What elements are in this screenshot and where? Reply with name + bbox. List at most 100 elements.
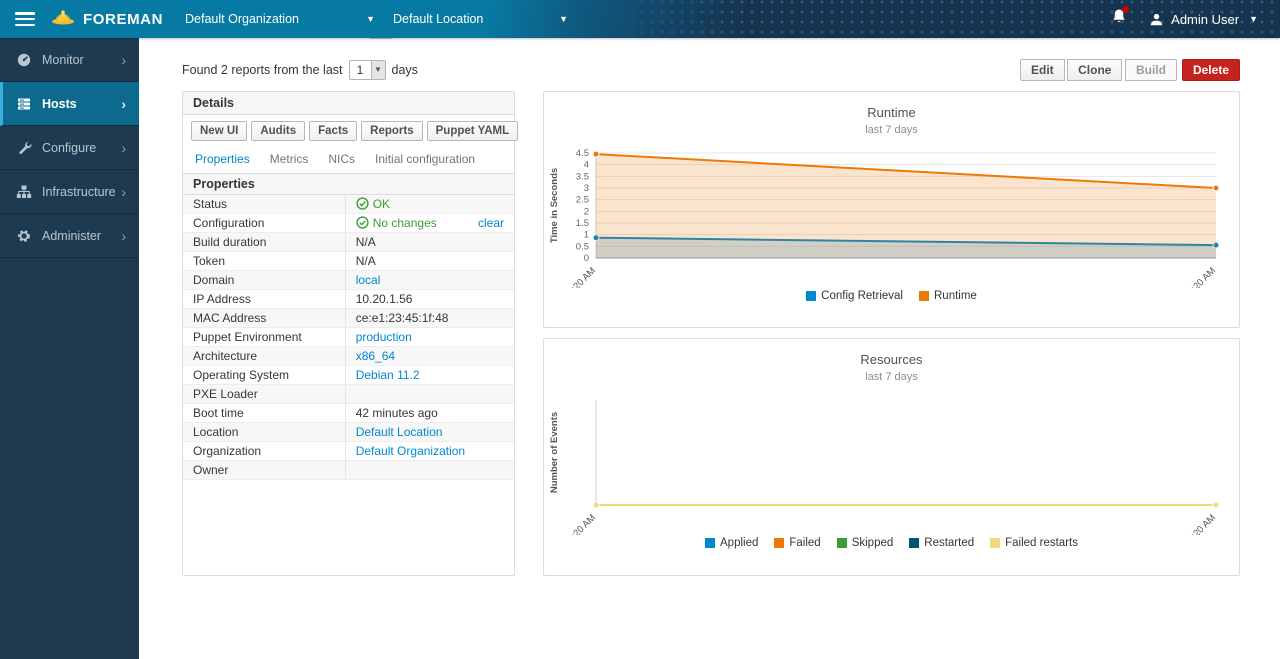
clear-link[interactable]: clear	[478, 216, 504, 230]
audits-button[interactable]: Audits	[251, 121, 305, 141]
location-dropdown[interactable]: Default Location ▼	[393, 12, 568, 26]
table-row: Configuration No changes clear	[183, 214, 514, 233]
property-label: Owner	[183, 461, 345, 480]
svg-text:Number of Events: Number of Events	[549, 412, 560, 493]
foreman-brand[interactable]: FOREMAN	[51, 8, 163, 30]
legend-label: Applied	[720, 537, 758, 549]
tab-metrics[interactable]: Metrics	[270, 152, 309, 166]
chevron-down-icon: ▼	[366, 14, 375, 24]
table-row: Operating SystemDebian 11.2	[183, 366, 514, 385]
properties-table-header: Properties	[183, 174, 514, 195]
table-row: Domain local	[183, 271, 514, 290]
property-label: Build duration	[183, 233, 345, 252]
property-value: N/A	[345, 252, 514, 271]
property-value: local	[345, 271, 514, 290]
property-label: IP Address	[183, 290, 345, 309]
svg-text:0.5: 0.5	[576, 241, 589, 252]
legend-swatch	[774, 538, 784, 548]
runtime-chart-panel: Runtime last 7 days 00.511.522.533.544.5…	[543, 91, 1240, 328]
new-ui-button[interactable]: New UI	[191, 121, 247, 141]
legend-item-skipped[interactable]: Skipped	[837, 537, 894, 549]
value-link[interactable]: x86_64	[356, 349, 395, 363]
organization-dropdown[interactable]: Default Organization ▼	[185, 12, 375, 26]
tab-properties[interactable]: Properties	[195, 152, 250, 166]
sidebar-item-configure[interactable]: Configure ›	[0, 126, 139, 170]
sidebar-item-hosts[interactable]: Hosts ›	[0, 82, 139, 126]
value-link[interactable]: Default Organization	[356, 444, 465, 458]
tab-nics[interactable]: NICs	[328, 152, 355, 166]
value-link[interactable]: local	[356, 273, 381, 287]
notifications-bell-icon[interactable]	[1111, 8, 1127, 30]
notification-badge	[1122, 6, 1129, 13]
hamburger-menu-icon[interactable]	[15, 12, 35, 26]
legend-item-failed[interactable]: Failed	[774, 537, 820, 549]
property-value: Default Location	[345, 423, 514, 442]
table-row: Architecturex86_64	[183, 347, 514, 366]
build-button[interactable]: Build	[1125, 59, 1177, 81]
details-button-row: New UIAuditsFactsReportsPuppet YAML	[183, 115, 514, 147]
tab-initial-configuration[interactable]: Initial configuration	[375, 152, 475, 166]
table-row: Build durationN/A	[183, 233, 514, 252]
sidebar-item-infrastructure[interactable]: Infrastructure ›	[0, 170, 139, 214]
legend-label: Failed restarts	[1005, 537, 1078, 549]
chevron-down-icon: ▼	[559, 14, 568, 24]
property-label: Domain	[183, 271, 345, 290]
legend-swatch	[705, 538, 715, 548]
sidebar-item-administer[interactable]: Administer ›	[0, 214, 139, 258]
chart-subtitle: last 7 days	[544, 124, 1239, 136]
property-value: No changes clear	[345, 214, 514, 233]
chevron-right-icon: ›	[121, 184, 126, 200]
facts-button[interactable]: Facts	[309, 121, 357, 141]
legend-item-config-retrieval[interactable]: Config Retrieval	[806, 290, 903, 302]
ok-status-icon	[356, 216, 369, 229]
reports-toolbar: Found 2 reports from the last 1 ▼ days E…	[182, 59, 1240, 81]
property-value: ce:e1:23:45:1f:48	[345, 309, 514, 328]
value-link[interactable]: Default Location	[356, 425, 443, 439]
property-value	[345, 385, 514, 404]
property-label: Location	[183, 423, 345, 442]
properties-table: Properties StatusOKConfigurationNo chang…	[183, 173, 514, 480]
property-value: 42 minutes ago	[345, 404, 514, 423]
property-label: Boot time	[183, 404, 345, 423]
legend-item-restarted[interactable]: Restarted	[909, 537, 974, 549]
user-avatar-icon	[1149, 12, 1164, 27]
chart-title: Resources	[544, 352, 1239, 367]
legend-swatch	[909, 538, 919, 548]
details-panel-title: Details	[183, 92, 514, 115]
svg-text:11/25, 11:20 AM: 11/25, 11:20 AM	[544, 512, 598, 535]
property-value: x86_64	[345, 347, 514, 366]
sitemap-icon	[16, 184, 32, 200]
days-select[interactable]: 1 ▼	[349, 60, 386, 80]
legend-item-runtime[interactable]: Runtime	[919, 290, 977, 302]
svg-text:1: 1	[584, 230, 589, 241]
server-stack-icon	[16, 96, 32, 112]
legend-item-failed-restarts[interactable]: Failed restarts	[990, 537, 1078, 549]
puppet-yaml-button[interactable]: Puppet YAML	[427, 121, 518, 141]
value-link[interactable]: Debian 11.2	[356, 368, 420, 382]
property-label: Configuration	[183, 214, 345, 233]
legend-swatch	[806, 291, 816, 301]
reports-button[interactable]: Reports	[361, 121, 422, 141]
value-link[interactable]: production	[356, 330, 412, 344]
clone-button[interactable]: Clone	[1067, 59, 1122, 81]
edit-button[interactable]: Edit	[1020, 59, 1065, 81]
table-row: Boot time42 minutes ago	[183, 404, 514, 423]
property-label: Organization	[183, 442, 345, 461]
user-menu[interactable]: Admin User ▼	[1149, 12, 1258, 27]
host-actions-group: Edit Clone Build	[1020, 59, 1177, 81]
runtime-chart: 00.511.522.533.544.511/25, 11:20 AM12/16…	[544, 138, 1239, 288]
delete-button[interactable]: Delete	[1182, 59, 1240, 81]
sidebar-item-monitor[interactable]: Monitor ›	[0, 38, 139, 82]
property-value: N/A	[345, 233, 514, 252]
property-value: OK	[345, 195, 514, 214]
table-row: Location Default Location	[183, 423, 514, 442]
legend-item-applied[interactable]: Applied	[705, 537, 758, 549]
table-row: PXE Loader	[183, 385, 514, 404]
property-label: Token	[183, 252, 345, 271]
gauge-icon	[16, 52, 32, 68]
charts-column: Runtime last 7 days 00.511.522.533.544.5…	[543, 91, 1240, 576]
svg-text:12/16, 7:20 AM: 12/16, 7:20 AM	[1165, 265, 1218, 288]
svg-text:3: 3	[584, 183, 589, 194]
status-text: No changes	[373, 216, 437, 230]
table-row: StatusOK	[183, 195, 514, 214]
